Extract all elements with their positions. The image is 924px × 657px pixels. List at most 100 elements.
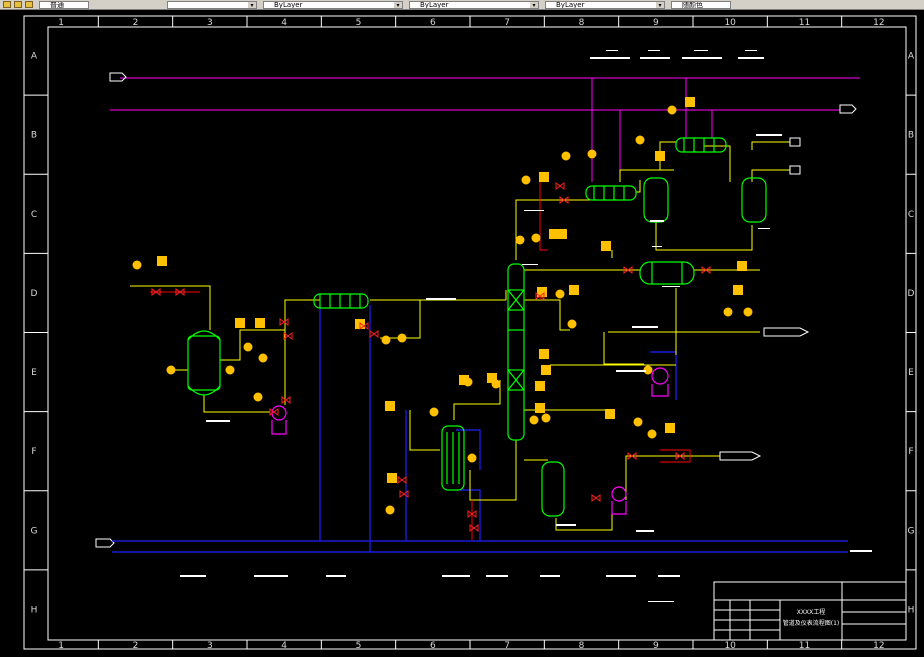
line-label-bar xyxy=(652,246,662,247)
valve-icon[interactable] xyxy=(397,476,407,484)
row-label-left: D xyxy=(31,289,38,299)
instrument-icon[interactable] xyxy=(587,149,597,159)
top-legend-bars xyxy=(590,50,764,59)
column-label-top: 10 xyxy=(724,18,736,28)
instrument-icon[interactable] xyxy=(635,135,645,145)
instrument-icon[interactable] xyxy=(166,365,176,375)
controller-icon[interactable] xyxy=(685,97,695,107)
controller-icon[interactable] xyxy=(535,381,545,391)
valve-icon[interactable] xyxy=(279,318,289,326)
column-label-top: 6 xyxy=(430,18,436,28)
valve-icon[interactable] xyxy=(591,494,601,502)
line-label-bar xyxy=(616,370,646,372)
line-label-bar xyxy=(756,134,782,136)
row-label-right: F xyxy=(908,447,913,457)
instrument-icon[interactable] xyxy=(723,307,733,317)
line-label-bar xyxy=(662,286,680,287)
controller-icon[interactable] xyxy=(459,375,469,385)
instrument-icon[interactable] xyxy=(667,105,677,115)
ruler-ticks xyxy=(24,16,916,649)
instrument-icon[interactable] xyxy=(555,289,565,299)
controller-icon[interactable] xyxy=(733,285,743,295)
controller-icon[interactable] xyxy=(605,409,615,419)
instrument-icon[interactable] xyxy=(743,307,753,317)
instrument-icon[interactable] xyxy=(253,392,263,402)
instrument-icon[interactable] xyxy=(561,151,571,161)
controller-icon[interactable] xyxy=(487,373,497,383)
controller-icon[interactable] xyxy=(539,172,549,182)
column-label-bottom: 3 xyxy=(207,641,213,651)
line-label-bar xyxy=(524,210,544,211)
row-label-right: D xyxy=(908,289,915,299)
instrument-icon[interactable] xyxy=(258,353,268,363)
output-arrows xyxy=(719,137,810,461)
line-label-bar xyxy=(556,524,576,526)
row-label-right: B xyxy=(908,131,914,141)
column-label-top: 2 xyxy=(133,18,139,28)
controller-icon[interactable] xyxy=(535,403,545,413)
line-label-bar xyxy=(522,264,538,265)
valve-icon[interactable] xyxy=(369,330,379,338)
column-label-top: 12 xyxy=(873,18,884,28)
row-label-left: G xyxy=(31,526,38,536)
instrument-icon[interactable] xyxy=(521,175,531,185)
row-label-left: E xyxy=(31,368,37,378)
drawing-canvas[interactable]: 112233445566778899101011111212A AB BC CD DE E… xyxy=(0,0,924,657)
valve-icon[interactable] xyxy=(399,490,409,498)
instrument-icon[interactable] xyxy=(633,417,643,427)
ruler-labels: 112233445566778899101011111212A AB BC CD DE E… xyxy=(31,18,915,651)
row-label-right: E xyxy=(908,368,914,378)
controller-icon[interactable] xyxy=(737,261,747,271)
instrument-icon[interactable] xyxy=(429,407,439,417)
controller-icon[interactable] xyxy=(601,241,611,251)
controller-icon[interactable] xyxy=(541,365,551,375)
instrument-icon[interactable] xyxy=(243,342,253,352)
column-label-bottom: 1 xyxy=(58,641,64,651)
controller-icon[interactable] xyxy=(387,473,397,483)
row-label-right: A xyxy=(908,52,915,62)
bottom-legend xyxy=(180,550,872,602)
instrument-icon[interactable] xyxy=(225,365,235,375)
controller-icon[interactable] xyxy=(539,349,549,359)
controller-icon[interactable] xyxy=(235,318,245,328)
instrument-icon[interactable] xyxy=(541,413,551,423)
column-label-bottom: 5 xyxy=(356,641,362,651)
valve-icon[interactable] xyxy=(281,396,291,404)
controller-icon[interactable] xyxy=(255,318,265,328)
instrument-icon[interactable] xyxy=(381,335,391,345)
valve-icon[interactable] xyxy=(469,524,479,532)
instrument-icon[interactable] xyxy=(531,233,541,243)
column-label-bottom: 10 xyxy=(724,641,736,651)
controller-icon[interactable] xyxy=(569,285,579,295)
steam-lines xyxy=(110,77,860,182)
instrument-icon[interactable] xyxy=(567,319,577,329)
line-label-bar xyxy=(650,220,664,222)
column-label-bottom: 4 xyxy=(281,641,287,651)
title-company: XXXX工程 xyxy=(797,608,825,616)
column-label-bottom: 2 xyxy=(133,641,139,651)
column-label-bottom: 12 xyxy=(873,641,884,651)
line-label-bar xyxy=(758,228,770,229)
row-label-right: C xyxy=(908,210,914,220)
column-label-top: 11 xyxy=(799,18,810,28)
column-label-bottom: 11 xyxy=(799,641,810,651)
valve-icon[interactable] xyxy=(269,408,279,416)
row-label-right: H xyxy=(908,605,915,615)
controller-icon[interactable] xyxy=(655,151,665,161)
instrument-icon[interactable] xyxy=(515,235,525,245)
controller-icon[interactable] xyxy=(557,229,567,239)
controller-icon[interactable] xyxy=(665,423,675,433)
instrument-icon[interactable] xyxy=(397,333,407,343)
instrument-icon[interactable] xyxy=(467,453,477,463)
instrument-icon[interactable] xyxy=(132,260,142,270)
instrument-icon[interactable] xyxy=(647,429,657,439)
controller-icon[interactable] xyxy=(537,287,547,297)
instrument-icon[interactable] xyxy=(385,505,395,515)
line-label-bar xyxy=(206,420,230,422)
column-label-top: 8 xyxy=(579,18,585,28)
controller-icon[interactable] xyxy=(157,256,167,266)
instrument-icon[interactable] xyxy=(529,415,539,425)
controller-icon[interactable] xyxy=(385,401,395,411)
valve-icon[interactable] xyxy=(555,182,565,190)
row-label-right: G xyxy=(908,526,915,536)
